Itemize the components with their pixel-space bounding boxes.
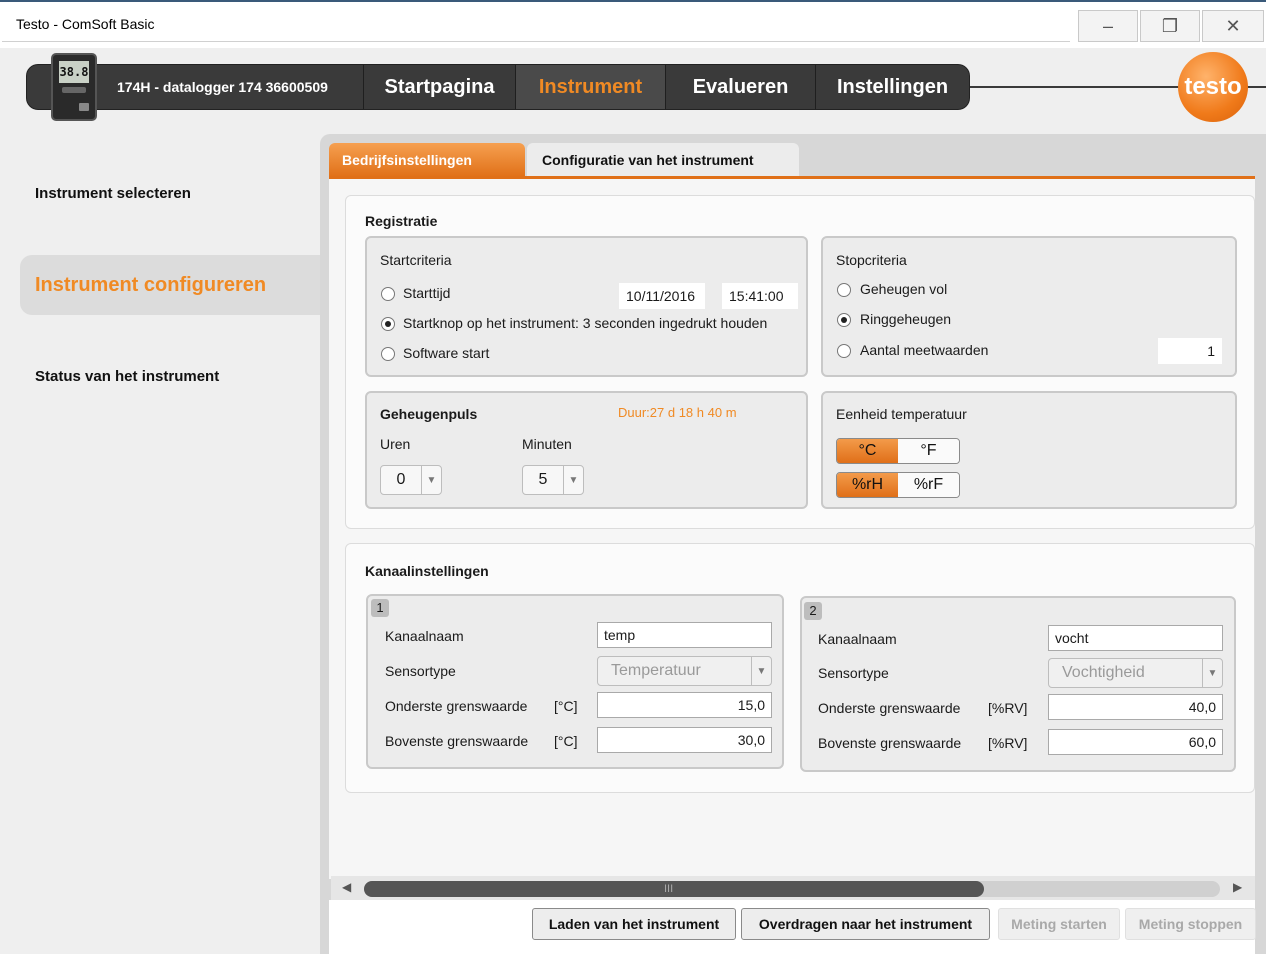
registratie-title: Registratie <box>365 213 438 229</box>
main-navbar: 38.8 174H - datalogger 174 36600509 Star… <box>26 53 970 121</box>
channel-1-lower-input[interactable]: 15,0 <box>597 692 772 718</box>
restore-icon: ❐ <box>1161 15 1179 36</box>
channel-2-sensor-dropdown[interactable]: Vochtigheid ▼ <box>1048 658 1223 688</box>
window-title: Testo - ComSoft Basic <box>16 16 155 32</box>
chevron-down-icon: ▼ <box>421 466 441 494</box>
radio-geheugen-vol[interactable] <box>837 283 851 297</box>
channel-1-upper-input[interactable]: 30,0 <box>597 727 772 753</box>
radio-startknop[interactable] <box>381 317 395 331</box>
close-icon: ✕ <box>1225 15 1241 36</box>
ringgeheugen-label[interactable]: Ringgeheugen <box>860 311 951 327</box>
stopcriteria-title: Stopcriteria <box>836 252 907 268</box>
transfer-to-instrument-button[interactable]: Overdragen naar het instrument <box>741 908 990 940</box>
scroll-thumb[interactable]: III <box>364 881 984 897</box>
channel-2-name-input[interactable]: vocht <box>1048 625 1223 651</box>
aantal-meetwaarden-label[interactable]: Aantal meetwaarden <box>860 342 988 358</box>
channel-1-upper-unit: [°C] <box>554 733 578 749</box>
tab-instellingen[interactable]: Instellingen <box>815 65 969 109</box>
sidebar-item-instrument-configureren[interactable]: Instrument configureren <box>20 255 320 315</box>
channel-number-badge: 1 <box>371 599 389 617</box>
starttijd-label[interactable]: Starttijd <box>403 285 450 301</box>
channel-2-upper-unit: [%RV] <box>988 735 1028 751</box>
chevron-down-icon: ▼ <box>751 657 771 685</box>
sidebar-item-instrument-selecteren[interactable]: Instrument selecteren <box>35 185 191 202</box>
channel-2-lower-label: Onderste grenswaarde <box>818 700 961 716</box>
radio-software-start[interactable] <box>381 347 395 361</box>
rf-button[interactable]: %rF <box>898 473 959 497</box>
minimize-button[interactable]: – <box>1078 10 1138 42</box>
stop-measurement-button[interactable]: Meting stoppen <box>1125 908 1256 940</box>
channel-1-upper-label: Bovenste grenswaarde <box>385 733 529 749</box>
channel-1-sensor-value: Temperatuur <box>611 662 701 679</box>
start-date-field[interactable]: 10/11/2016 <box>619 283 705 309</box>
tab-startpagina[interactable]: Startpagina <box>363 65 515 109</box>
device-button <box>79 103 89 111</box>
close-button[interactable]: ✕ <box>1202 10 1264 42</box>
uren-label: Uren <box>380 436 411 452</box>
device-label: 174H - datalogger 174 36600509 <box>117 79 328 95</box>
fahrenheit-button[interactable]: °F <box>898 439 959 463</box>
channel-2-upper-label: Bovenste grenswaarde <box>818 735 962 751</box>
channel-2-upper-input[interactable]: 60,0 <box>1048 729 1223 755</box>
channel-2-name-label: Kanaalnaam <box>818 631 897 647</box>
datalogger-device-icon: 38.8 <box>51 53 97 121</box>
radio-aantal-meetwaarden[interactable] <box>837 344 851 358</box>
channel-2-lower-input[interactable]: 40,0 <box>1048 694 1223 720</box>
device-logo <box>62 87 86 93</box>
channel-2-lower-unit: [%RV] <box>988 700 1028 716</box>
radio-starttijd[interactable] <box>381 287 395 301</box>
channel-1-lower-unit: [°C] <box>554 698 578 714</box>
aantal-meetwaarden-field[interactable]: 1 <box>1158 338 1222 364</box>
tab-configuratie[interactable]: Configuratie van het instrument <box>527 143 799 177</box>
software-start-label[interactable]: Software start <box>403 345 489 361</box>
channel-1-name-input[interactable]: temp <box>597 622 772 648</box>
channel-2-sensor-value: Vochtigheid <box>1062 664 1145 681</box>
channel-number-badge: 2 <box>804 602 822 620</box>
device-display: 38.8 <box>59 61 89 83</box>
channel-2-sensor-label: Sensortype <box>818 665 889 681</box>
humidity-unit-toggle: %rH %rF <box>836 472 960 498</box>
celsius-button[interactable]: °C <box>837 439 898 463</box>
startknop-label[interactable]: Startknop op het instrument: 3 seconden … <box>403 315 767 331</box>
load-from-instrument-button[interactable]: Laden van het instrument <box>532 908 736 940</box>
geheugen-vol-label[interactable]: Geheugen vol <box>860 281 947 297</box>
radio-ringgeheugen[interactable] <box>837 313 851 327</box>
minuten-label: Minuten <box>522 436 572 452</box>
minuten-value: 5 <box>538 471 548 488</box>
scroll-left-icon[interactable]: ◀ <box>342 880 351 894</box>
channel-1-lower-label: Onderste grenswaarde <box>385 698 528 714</box>
sidebar-item-status[interactable]: Status van het instrument <box>35 368 219 385</box>
testo-logo: testo <box>1178 52 1248 122</box>
scroll-right-icon[interactable]: ▶ <box>1233 880 1242 894</box>
chevron-down-icon: ▼ <box>563 466 583 494</box>
channel-1-name-label: Kanaalnaam <box>385 628 464 644</box>
geheugenpuls-title: Geheugenpuls <box>380 406 478 422</box>
kanaal-title: Kanaalinstellingen <box>365 563 489 579</box>
chevron-down-icon: ▼ <box>1202 659 1222 687</box>
scroll-grip-icon: III <box>664 883 674 895</box>
window-titlebar: Testo - ComSoft Basic – ❐ ✕ <box>0 0 1266 48</box>
channel-1-sensor-label: Sensortype <box>385 663 456 679</box>
minimize-icon: – <box>1102 15 1113 36</box>
rh-button[interactable]: %rH <box>837 473 898 497</box>
tab-evalueren[interactable]: Evalueren <box>665 65 815 109</box>
temperature-unit-toggle: °C °F <box>836 438 960 464</box>
startcriteria-title: Startcriteria <box>380 252 452 268</box>
minuten-dropdown[interactable]: 5 ▼ <box>522 465 584 495</box>
eenheid-title: Eenheid temperatuur <box>836 406 967 422</box>
start-time-field[interactable]: 15:41:00 <box>722 283 798 309</box>
restore-button[interactable]: ❐ <box>1140 10 1200 42</box>
start-measurement-button[interactable]: Meting starten <box>998 908 1120 940</box>
tab-instrument[interactable]: Instrument <box>515 65 665 109</box>
duration-label: Duur:27 d 18 h 40 m <box>618 405 737 420</box>
sidebar-item-label: Instrument configureren <box>35 274 267 296</box>
uren-dropdown[interactable]: 0 ▼ <box>380 465 442 495</box>
tab-bedrijfsinstellingen[interactable]: Bedrijfsinstellingen <box>329 143 525 177</box>
uren-value: 0 <box>396 471 406 488</box>
channel-1-sensor-dropdown[interactable]: Temperatuur ▼ <box>597 656 772 686</box>
titlebar-divider <box>2 41 1070 42</box>
